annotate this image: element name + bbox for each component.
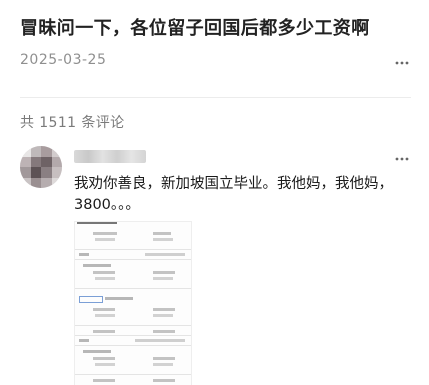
payslip-row	[75, 310, 191, 333]
more-horizontal-icon	[395, 61, 409, 65]
comment-text: 我劝你善良，新加坡国立毕业。我他妈，我他妈，3800。。。	[74, 176, 393, 213]
more-horizontal-icon	[395, 157, 409, 161]
post-more-button[interactable]	[390, 56, 414, 70]
payslip-row	[75, 348, 191, 370]
image-header-line	[77, 222, 117, 224]
comment-avatar[interactable]	[20, 146, 62, 188]
comment-attachment-image[interactable]	[74, 221, 192, 385]
payslip-row	[75, 226, 191, 248]
section-divider	[20, 97, 411, 98]
payslip-row	[75, 262, 191, 284]
avatar-image	[20, 146, 62, 188]
comment-username-blurred[interactable]	[74, 150, 146, 163]
post-title: 冒昧问一下，各位留子回国后都多少工资啊	[20, 18, 370, 39]
comment-count: 共 1511 条评论	[20, 115, 125, 131]
post-date: 2025-03-25	[20, 52, 107, 68]
comment-more-button[interactable]	[390, 152, 414, 166]
